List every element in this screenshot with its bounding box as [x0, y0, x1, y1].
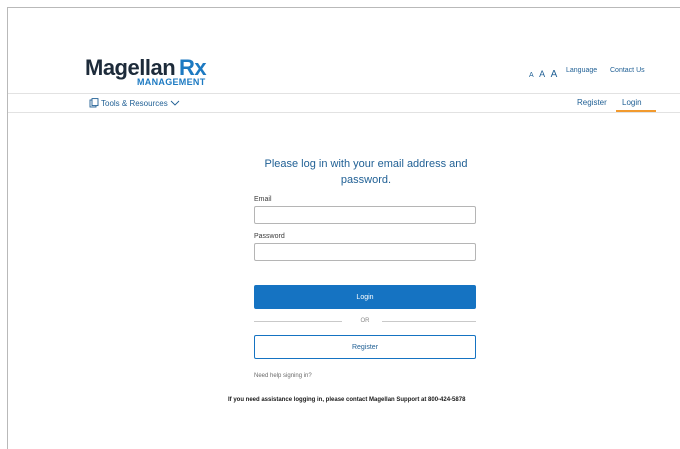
tools-resources-menu[interactable]: Tools & Resources [89, 98, 180, 108]
tools-resources-label: Tools & Resources [101, 98, 168, 108]
help-signing-in-link[interactable]: Need help signing in? [254, 373, 312, 379]
logo-subtitle: MANAGEMENT [137, 77, 206, 87]
nav-login-link[interactable]: Login [622, 98, 642, 107]
email-label: Email [254, 196, 272, 203]
text-size-control: A A A [529, 64, 558, 82]
or-divider-right [382, 321, 476, 322]
active-tab-indicator [616, 110, 656, 112]
support-contact-text: If you need assistance logging in, pleas… [228, 397, 466, 403]
text-size-large[interactable]: A [551, 69, 558, 80]
magellan-rx-logo[interactable]: Magellan Rx MANAGEMENT [85, 55, 215, 89]
nav-register-link[interactable]: Register [577, 98, 607, 107]
register-button[interactable]: Register [254, 335, 476, 359]
password-field[interactable] [254, 243, 476, 261]
chevron-down-icon [170, 100, 180, 106]
login-heading: Please log in with your email address an… [264, 158, 468, 186]
language-link[interactable]: Language [566, 67, 597, 74]
login-button[interactable]: Login [254, 285, 476, 309]
email-field[interactable] [254, 206, 476, 224]
or-divider-left [254, 321, 342, 322]
or-divider-text: OR [360, 318, 370, 324]
text-size-small[interactable]: A [529, 72, 534, 79]
main-nav-bar: Tools & Resources Register Login [8, 93, 680, 113]
contact-us-link[interactable]: Contact Us [610, 67, 645, 74]
text-size-medium[interactable]: A [539, 69, 545, 79]
password-label: Password [254, 233, 285, 240]
documents-icon [89, 98, 99, 108]
